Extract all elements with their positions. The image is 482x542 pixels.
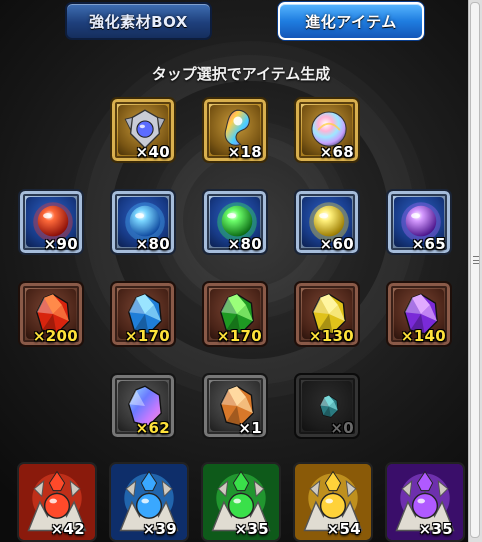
item-water-statue[interactable]: ×39 xyxy=(109,462,189,542)
item-red-crystal[interactable]: ×200 xyxy=(18,281,84,347)
item-count: ×62 xyxy=(135,419,170,437)
item-purple-crystal[interactable]: ×140 xyxy=(386,281,452,347)
item-dark-statue[interactable]: ×35 xyxy=(385,462,465,542)
item-blue-orb[interactable]: ×80 xyxy=(110,189,176,255)
item-count: ×65 xyxy=(411,235,446,253)
item-count: ×140 xyxy=(400,327,446,345)
item-silver-crest[interactable]: ×40 xyxy=(110,97,176,163)
item-yellow-crystal[interactable]: ×130 xyxy=(294,281,360,347)
item-count: ×39 xyxy=(142,520,177,538)
item-rainbow-crystal[interactable]: ×62 xyxy=(110,373,176,439)
item-count: ×60 xyxy=(319,235,354,253)
item-count: ×40 xyxy=(135,143,170,161)
scrollbar-thumb[interactable] xyxy=(470,2,480,538)
item-count: ×170 xyxy=(124,327,170,345)
item-count: ×0 xyxy=(330,419,354,437)
item-count: ×90 xyxy=(43,235,78,253)
item-count: ×54 xyxy=(326,520,361,538)
tap-select-hint: タップ選択でアイテム生成 xyxy=(151,65,331,83)
item-count: ×68 xyxy=(319,143,354,161)
item-count: ×80 xyxy=(227,235,262,253)
item-blue-crystal[interactable]: ×170 xyxy=(110,281,176,347)
item-green-orb[interactable]: ×80 xyxy=(202,189,268,255)
scrollbar[interactable] xyxy=(468,0,482,542)
item-green-crystal[interactable]: ×170 xyxy=(202,281,268,347)
item-light-statue[interactable]: ×54 xyxy=(293,462,373,542)
item-count: ×42 xyxy=(50,520,85,538)
tab-evolution-items[interactable]: 進化アイテム xyxy=(278,2,424,40)
item-count: ×170 xyxy=(216,327,262,345)
item-rainbow-spirit[interactable]: ×18 xyxy=(202,97,268,163)
item-wood-statue[interactable]: ×35 xyxy=(201,462,281,542)
item-teal-crystal[interactable]: ×0 xyxy=(294,373,360,439)
item-count: ×35 xyxy=(418,520,453,538)
item-count: ×200 xyxy=(32,327,78,345)
item-red-orb[interactable]: ×90 xyxy=(18,189,84,255)
item-fire-statue[interactable]: ×42 xyxy=(17,462,97,542)
item-yellow-orb[interactable]: ×60 xyxy=(294,189,360,255)
scrollbar-grip-icon xyxy=(473,256,479,264)
item-count: ×35 xyxy=(234,520,269,538)
item-count: ×18 xyxy=(227,143,262,161)
item-count: ×80 xyxy=(135,235,170,253)
item-count: ×1 xyxy=(238,419,262,437)
item-rainbow-orb[interactable]: ×68 xyxy=(294,97,360,163)
item-count: ×130 xyxy=(308,327,354,345)
item-amber-crystal[interactable]: ×1 xyxy=(202,373,268,439)
tab-material-box[interactable]: 強化素材BOX xyxy=(65,2,212,40)
item-purple-orb[interactable]: ×65 xyxy=(386,189,452,255)
